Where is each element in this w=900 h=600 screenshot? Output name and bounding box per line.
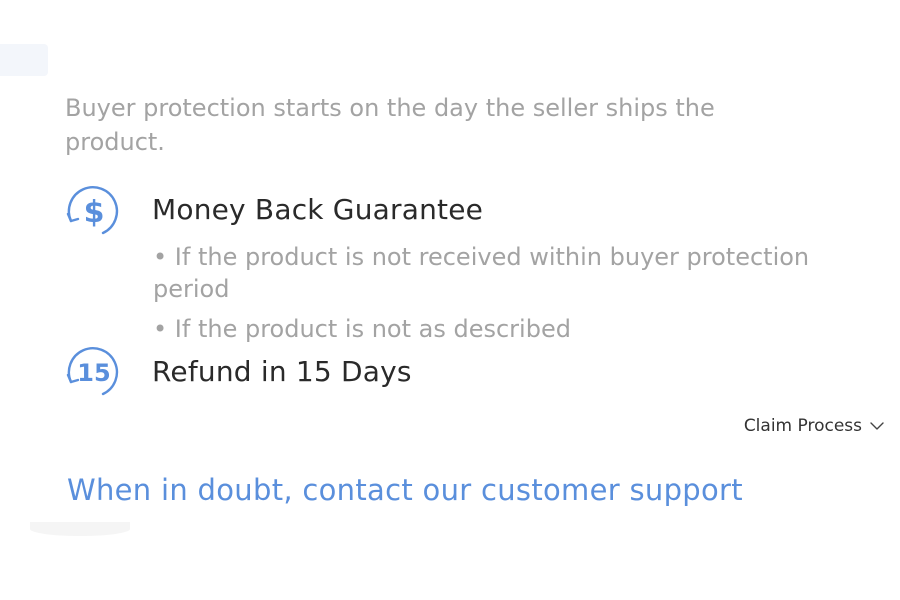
claim-process-toggle[interactable]: Claim Process [744, 414, 884, 438]
money-back-guarantee-title: Money Back Guarantee [152, 193, 484, 226]
dollar-glyph: $ [84, 195, 105, 230]
panel-bottom-shadow [30, 522, 130, 536]
condition-not-as-described: • If the product is not as described [153, 315, 571, 343]
refund-15-cycle-icon: 15 [66, 347, 119, 396]
protection-intro-text: Buyer protection starts on the day the s… [65, 94, 715, 156]
chevron-down-icon [870, 422, 884, 430]
claim-process-label: Claim Process [743, 416, 862, 436]
money-back-conditions-list: • If the product is not received within … [153, 241, 873, 345]
refund-days-glyph: 15 [77, 359, 110, 387]
condition-not-received: • If the product is not received within … [153, 243, 810, 303]
dollar-cycle-icon: $ [66, 186, 119, 235]
refund-in-15-days-title: Refund in 15 Days [152, 355, 412, 388]
contact-customer-support-link[interactable]: When in doubt, contact our customer supp… [67, 471, 743, 509]
buyer-protection-panel: Buyer protection starts on the day the s… [0, 0, 900, 600]
